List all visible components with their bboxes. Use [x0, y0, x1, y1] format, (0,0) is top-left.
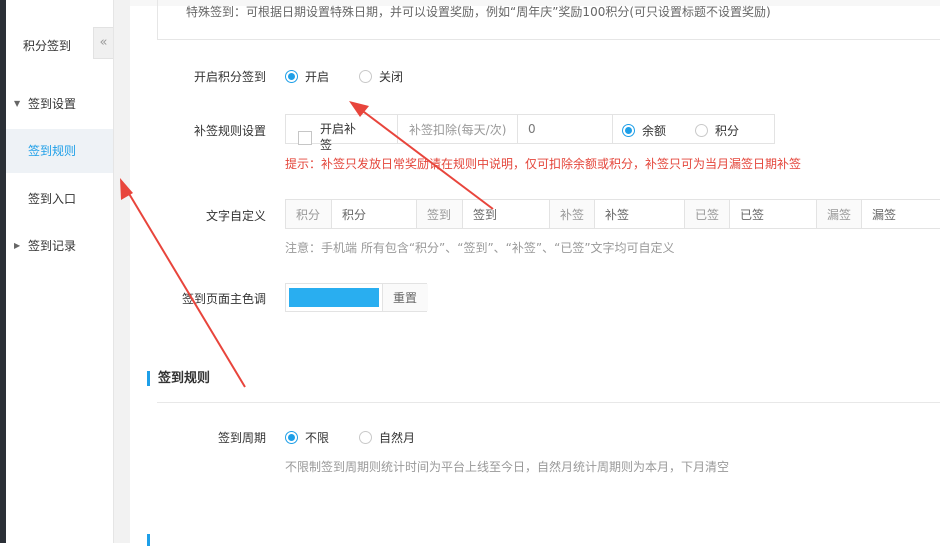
deduct-radio-balance[interactable]: 余额: [622, 122, 666, 139]
color-swatch[interactable]: [289, 288, 379, 307]
sidebar-item-checkin-records[interactable]: ▶ 签到记录: [6, 224, 113, 268]
enable-checkin-label: 开启积分签到: [193, 70, 266, 84]
custom-tag-points: 积分: [286, 200, 332, 228]
custom-text-group: 积分 积分 签到 签到 补签 补签 已签 已签 漏签 漏签: [285, 199, 940, 229]
period-radio-natural-month[interactable]: 自然月: [359, 429, 415, 446]
custom-input-makeup[interactable]: 补签: [595, 200, 685, 228]
enable-radio-on[interactable]: 开启: [285, 68, 329, 85]
caret-right-icon: ▶: [14, 241, 21, 250]
theme-color-label: 签到页面主色调: [181, 292, 266, 306]
custom-input-signed[interactable]: 已签: [730, 200, 817, 228]
sidebar-item-checkin-rules[interactable]: 签到规则: [6, 129, 113, 173]
sidebar-item-label: 签到记录: [28, 239, 77, 253]
enable-radio-off[interactable]: 关闭: [359, 68, 403, 85]
sidebar-item-label: 签到设置: [28, 97, 77, 111]
makeup-rule-label: 补签规则设置: [193, 124, 266, 138]
custom-text-note: 注意：手机端 所有包含“积分”、“签到”、“补签”、“已签”文字均可自定义: [285, 241, 675, 255]
checkin-period-label: 签到周期: [217, 431, 266, 445]
makeup-enable-label-2: 签: [320, 138, 333, 152]
collapse-sidebar-icon[interactable]: «: [93, 27, 113, 59]
radio-label: 开启: [305, 70, 330, 84]
special-checkin-note: 特殊签到：可根据日期设置特殊日期，并可以设置奖励，例如“周年庆”奖励100积分(…: [186, 5, 771, 19]
makeup-enable-cell[interactable]: 开启补 签: [286, 115, 398, 152]
radio-empty-icon: [695, 124, 708, 137]
section-title-checkin-rules: 签到规则: [147, 371, 210, 386]
custom-text-label: 文字自定义: [205, 209, 266, 223]
sidebar-item-checkin-entry[interactable]: 签到入口: [6, 177, 113, 221]
sidebar-gutter: [114, 0, 130, 543]
next-section-marker: [147, 534, 150, 546]
deduct-amount-input[interactable]: 0: [518, 115, 612, 143]
sidebar-item-checkin-settings[interactable]: ▼ 签到设置: [6, 82, 113, 126]
radio-selected-icon: [622, 124, 635, 137]
radio-label: 关闭: [379, 70, 404, 84]
radio-label: 积分: [715, 124, 740, 138]
radio-empty-icon: [359, 70, 372, 83]
custom-tag-makeup: 补签: [550, 200, 595, 228]
sidebar: 积分签到 « ▼ 签到设置 签到规则 签到入口 ▶ 签到记录: [6, 0, 114, 543]
radio-selected-icon: [285, 70, 298, 83]
deduct-radio-points[interactable]: 积分: [695, 122, 739, 139]
period-radio-unlimited[interactable]: 不限: [285, 429, 329, 446]
checkbox-icon[interactable]: [298, 131, 312, 145]
radio-label: 自然月: [379, 431, 416, 445]
makeup-enable-label-1: 开启补: [320, 122, 357, 136]
deduct-type-cell: 余额 积分: [612, 115, 776, 143]
deduct-label-cell: 补签扣除(每天/次): [398, 115, 518, 143]
custom-tag-checkin: 签到: [417, 200, 463, 228]
sidebar-item-label: 签到规则: [28, 144, 77, 158]
radio-empty-icon: [359, 431, 372, 444]
custom-tag-missed: 漏签: [817, 200, 862, 228]
section-divider: [157, 402, 940, 403]
theme-color-group: 重置: [285, 283, 428, 312]
sidebar-title: 积分签到: [23, 39, 72, 53]
radio-label: 不限: [305, 431, 330, 445]
special-checkin-card: 特殊签到：可根据日期设置特殊日期，并可以设置奖励，例如“周年庆”奖励100积分(…: [157, 0, 940, 40]
makeup-hint: 提示：补签只发放日常奖励请在规则中说明，仅可扣除余额或积分，补签只可为当月漏签日…: [285, 157, 802, 171]
sidebar-item-label: 签到入口: [28, 192, 77, 206]
custom-tag-signed: 已签: [685, 200, 730, 228]
period-note: 不限制签到周期则统计时间为平台上线至今日，自然月统计周期则为本月，下月清空: [285, 460, 730, 474]
caret-down-icon: ▼: [14, 99, 21, 108]
radio-selected-icon: [285, 431, 298, 444]
custom-input-checkin[interactable]: 签到: [463, 200, 550, 228]
radio-label: 余额: [642, 124, 667, 138]
custom-input-points[interactable]: 积分: [332, 200, 417, 228]
reset-color-button[interactable]: 重置: [382, 284, 428, 311]
custom-input-missed[interactable]: 漏签: [862, 200, 940, 228]
makeup-rule-group: 开启补 签 补签扣除(每天/次) 0 余额 积分: [285, 114, 776, 152]
